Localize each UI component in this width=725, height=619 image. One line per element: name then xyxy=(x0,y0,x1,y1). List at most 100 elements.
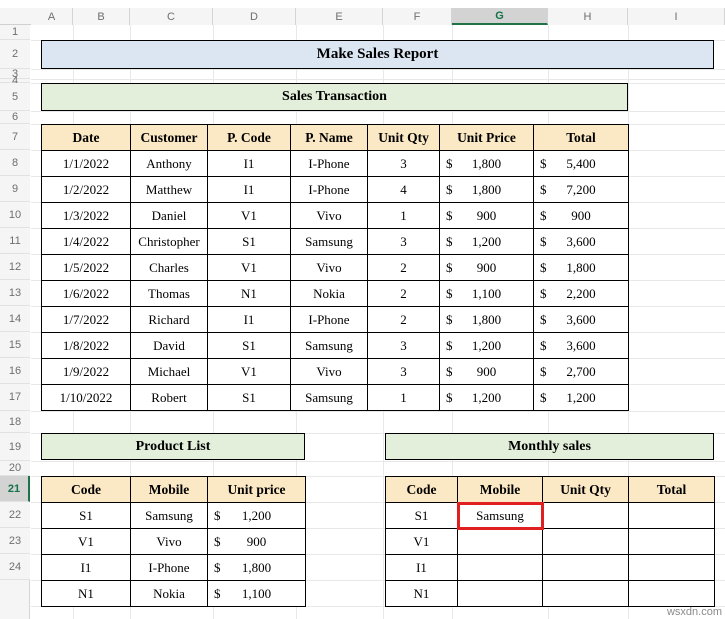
row-header-18[interactable]: 18 xyxy=(0,411,30,433)
cell-customer[interactable]: Richard xyxy=(130,306,208,333)
cell-p-code[interactable]: S1 xyxy=(207,332,291,359)
row-header-2[interactable]: 2 xyxy=(0,40,30,69)
cell-mobile[interactable] xyxy=(457,580,543,607)
cell-unit-qty[interactable]: 1 xyxy=(367,384,440,411)
cell-date[interactable]: 1/9/2022 xyxy=(41,358,131,385)
cell-total[interactable] xyxy=(628,580,715,607)
cell-unit-price[interactable]: $1,100 xyxy=(207,580,306,607)
cell-date[interactable]: 1/8/2022 xyxy=(41,332,131,359)
cell-customer[interactable]: Anthony xyxy=(130,150,208,177)
cell-unit-price[interactable]: $1,800 xyxy=(439,176,534,203)
column-header-E[interactable]: E xyxy=(296,8,383,25)
cell-unit-price[interactable]: $1,200 xyxy=(439,228,534,255)
column-header-H[interactable]: H xyxy=(548,8,628,25)
row-header-21[interactable]: 21 xyxy=(0,476,30,502)
cell-total[interactable]: $900 xyxy=(533,202,629,229)
cell-unit-price[interactable]: $1,800 xyxy=(207,554,306,581)
cell-total[interactable]: $1,800 xyxy=(533,254,629,281)
cell-date[interactable]: 1/5/2022 xyxy=(41,254,131,281)
cell-p-code[interactable]: S1 xyxy=(207,228,291,255)
column-header-G[interactable]: G xyxy=(452,8,548,25)
cell-date[interactable]: 1/7/2022 xyxy=(41,306,131,333)
row-header-22[interactable]: 22 xyxy=(0,502,30,528)
cell-date[interactable]: 1/6/2022 xyxy=(41,280,131,307)
row-header-16[interactable]: 16 xyxy=(0,358,30,384)
row-header-5[interactable]: 5 xyxy=(0,83,30,111)
cell-date[interactable]: 1/4/2022 xyxy=(41,228,131,255)
cell-total[interactable]: $2,200 xyxy=(533,280,629,307)
cell-total[interactable]: $3,600 xyxy=(533,228,629,255)
cell-code[interactable]: V1 xyxy=(385,528,458,555)
row-header-24[interactable]: 24 xyxy=(0,554,30,580)
column-header-D[interactable]: D xyxy=(213,8,296,25)
row-header-20[interactable]: 20 xyxy=(0,461,30,476)
cell-p-name[interactable]: I-Phone xyxy=(290,306,368,333)
row-header-15[interactable]: 15 xyxy=(0,332,30,358)
cell-date[interactable]: 1/3/2022 xyxy=(41,202,131,229)
cell-total[interactable]: $7,200 xyxy=(533,176,629,203)
cell-date[interactable]: 1/1/2022 xyxy=(41,150,131,177)
cell-customer[interactable]: Daniel xyxy=(130,202,208,229)
cell-mobile[interactable] xyxy=(457,528,543,555)
row-header-7[interactable]: 7 xyxy=(0,124,30,150)
cell-p-code[interactable]: V1 xyxy=(207,254,291,281)
cell-p-name[interactable]: I-Phone xyxy=(290,150,368,177)
cell-p-name[interactable]: I-Phone xyxy=(290,176,368,203)
cell-p-code[interactable]: S1 xyxy=(207,384,291,411)
cell-unit-price[interactable]: $900 xyxy=(439,202,534,229)
cell-p-code[interactable]: I1 xyxy=(207,176,291,203)
cell-code[interactable]: V1 xyxy=(41,528,131,555)
cell-unit-qty[interactable]: 3 xyxy=(367,150,440,177)
cell-total[interactable] xyxy=(628,528,715,555)
row-header-11[interactable]: 11 xyxy=(0,228,30,254)
cell-unit-qty[interactable] xyxy=(542,528,629,555)
cell-p-code[interactable]: N1 xyxy=(207,280,291,307)
cell-total[interactable]: $3,600 xyxy=(533,332,629,359)
cell-p-name[interactable]: Vivo xyxy=(290,254,368,281)
cell-p-code[interactable]: V1 xyxy=(207,202,291,229)
cell-p-name[interactable]: Samsung xyxy=(290,384,368,411)
cell-code[interactable]: I1 xyxy=(41,554,131,581)
cell-date[interactable]: 1/10/2022 xyxy=(41,384,131,411)
cell-unit-price[interactable]: $900 xyxy=(439,254,534,281)
row-header-14[interactable]: 14 xyxy=(0,306,30,332)
cell-unit-price[interactable]: $1,100 xyxy=(439,280,534,307)
cell-mobile[interactable]: Nokia xyxy=(130,580,208,607)
cell-mobile[interactable]: Samsung xyxy=(130,502,208,529)
cell-mobile[interactable]: I-Phone xyxy=(130,554,208,581)
cell-unit-price[interactable]: $1,800 xyxy=(439,150,534,177)
cell-unit-qty[interactable]: 2 xyxy=(367,306,440,333)
column-header-C[interactable]: C xyxy=(130,8,213,25)
row-header-9[interactable]: 9 xyxy=(0,176,30,202)
cell-mobile[interactable] xyxy=(457,554,543,581)
cell-unit-qty[interactable]: 2 xyxy=(367,280,440,307)
cell-unit-qty[interactable] xyxy=(542,502,629,529)
cell-p-name[interactable]: Samsung xyxy=(290,332,368,359)
row-header-8[interactable]: 8 xyxy=(0,150,30,176)
cell-p-name[interactable]: Vivo xyxy=(290,358,368,385)
cell-customer[interactable]: David xyxy=(130,332,208,359)
row-header-12[interactable]: 12 xyxy=(0,254,30,280)
cell-unit-qty[interactable]: 4 xyxy=(367,176,440,203)
cell-unit-price[interactable]: $1,800 xyxy=(439,306,534,333)
column-header-F[interactable]: F xyxy=(383,8,452,25)
cell-unit-price[interactable]: $1,200 xyxy=(207,502,306,529)
cell-total[interactable] xyxy=(628,554,715,581)
cell-total[interactable] xyxy=(628,502,715,529)
row-header-17[interactable]: 17 xyxy=(0,384,30,411)
cell-customer[interactable]: Michael xyxy=(130,358,208,385)
cell-unit-qty[interactable] xyxy=(542,554,629,581)
cell-unit-qty[interactable]: 3 xyxy=(367,332,440,359)
row-header-23[interactable]: 23 xyxy=(0,528,30,554)
row-header-1[interactable]: 1 xyxy=(0,25,30,40)
cell-customer[interactable]: Christopher xyxy=(130,228,208,255)
row-header-10[interactable]: 10 xyxy=(0,202,30,228)
cell-unit-price[interactable]: $1,200 xyxy=(439,384,534,411)
cell-customer[interactable]: Charles xyxy=(130,254,208,281)
cell-p-name[interactable]: Samsung xyxy=(290,228,368,255)
row-header-13[interactable]: 13 xyxy=(0,280,30,306)
cell-code[interactable]: I1 xyxy=(385,554,458,581)
cell-p-code[interactable]: I1 xyxy=(207,150,291,177)
column-header-B[interactable]: B xyxy=(73,8,130,25)
cell-total[interactable]: $3,600 xyxy=(533,306,629,333)
